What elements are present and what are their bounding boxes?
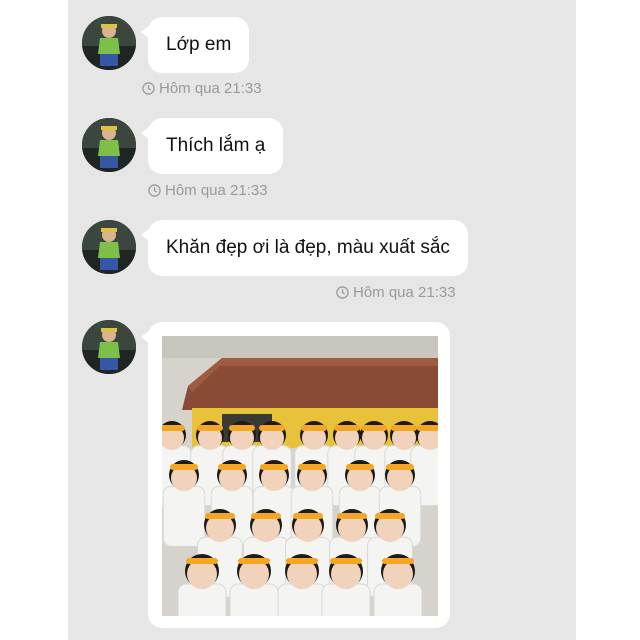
timestamp-text: Hôm qua 21:33 xyxy=(159,80,262,97)
user-avatar-icon xyxy=(82,118,136,172)
photo-bubble[interactable] xyxy=(141,322,450,628)
clock-icon xyxy=(142,82,155,95)
message-timestamp: Hôm qua 21:33 xyxy=(336,284,456,301)
clock-icon xyxy=(148,184,161,197)
avatar[interactable] xyxy=(82,320,136,374)
avatar[interactable] xyxy=(82,16,136,70)
message-timestamp: Hôm qua 21:33 xyxy=(148,182,268,199)
message-bubble[interactable]: Lớp em xyxy=(140,17,250,73)
avatar[interactable] xyxy=(82,118,136,172)
user-avatar-icon xyxy=(82,320,136,374)
timestamp-text: Hôm qua 21:33 xyxy=(165,182,268,199)
message-bubble[interactable]: Thích lắm ạ xyxy=(140,118,284,174)
clock-icon xyxy=(336,286,349,299)
chat-panel: Lớp em Hôm qua 21:33 Thích lắm ạ Hôm qua… xyxy=(68,0,576,640)
message-timestamp: Hôm qua 21:33 xyxy=(142,80,262,97)
message-bubble[interactable]: Khăn đẹp ơi là đẹp, màu xuất sắc xyxy=(141,220,468,276)
message-text: Thích lắm ạ xyxy=(166,135,266,156)
avatar[interactable] xyxy=(82,220,136,274)
timestamp-text: Hôm qua 21:33 xyxy=(353,284,456,301)
message-text: Lớp em xyxy=(166,34,232,55)
user-avatar-icon xyxy=(82,220,136,274)
user-avatar-icon xyxy=(82,16,136,70)
group-photo-image xyxy=(162,336,438,616)
class-group-photo[interactable] xyxy=(162,336,438,616)
message-text: Khăn đẹp ơi là đẹp, màu xuất sắc xyxy=(166,237,450,258)
